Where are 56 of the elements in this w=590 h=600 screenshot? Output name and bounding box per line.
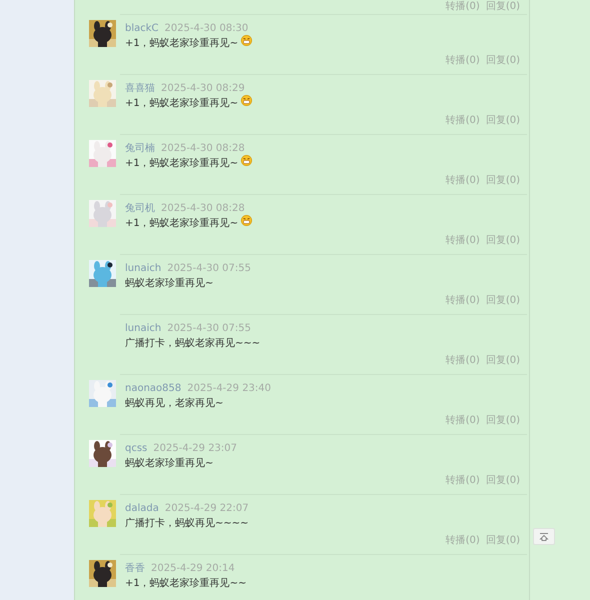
post-time: 2025-4-29 20:14 — [151, 562, 235, 574]
author-name[interactable]: dalada — [125, 502, 159, 514]
reply-link[interactable]: 回复(0) — [486, 534, 520, 548]
reply-link[interactable]: 回复(0) — [486, 414, 520, 428]
repost-link[interactable]: 转播(0) — [446, 474, 480, 488]
author-name[interactable]: 喜喜猫 — [125, 81, 155, 95]
emoji-icon — [241, 214, 252, 226]
post-text: 蚂蚁老家珍重再见~ — [125, 456, 214, 470]
reply-link[interactable]: 回复(0) — [486, 354, 520, 368]
emoji-icon — [241, 34, 252, 46]
repost-link[interactable]: 转播(0) — [446, 174, 480, 188]
reply-link[interactable]: 回复(0) — [486, 54, 520, 68]
arrow-up-icon — [539, 532, 549, 540]
author-name[interactable]: lunaich — [125, 322, 162, 334]
repost-link[interactable]: 转播(0) — [446, 114, 480, 128]
repost-link[interactable]: 转播(0) — [446, 534, 480, 548]
repost-link[interactable]: 转播(0) — [446, 0, 480, 14]
post-text: +1，蚂蚁老家珍重再见~ — [125, 96, 238, 110]
reply-link[interactable]: 回复(0) — [486, 474, 520, 488]
author-name[interactable]: 兔司机 — [125, 201, 155, 215]
post-text: +1，蚂蚁老家珍重再见~ — [125, 36, 238, 50]
emoji-icon — [241, 154, 252, 166]
post-text: 广播打卡，蚂蚁再见~~~~ — [125, 516, 249, 530]
author-name[interactable]: 香香 — [125, 561, 145, 575]
reply-link[interactable]: 回复(0) — [486, 114, 520, 128]
post-time: 2025-4-29 22:07 — [164, 502, 249, 514]
back-to-top-button[interactable] — [533, 528, 555, 545]
post-time: 2025-4-30 07:55 — [167, 262, 251, 274]
reply-link[interactable]: 回复(0) — [486, 294, 520, 308]
author-name[interactable]: naonao858 — [125, 382, 182, 394]
post-text: +1，蚂蚁老家珍重再见~ — [125, 156, 238, 170]
reply-link[interactable]: 回复(0) — [486, 0, 520, 14]
repost-link[interactable]: 转播(0) — [446, 234, 480, 248]
repost-link[interactable]: 转播(0) — [446, 54, 480, 68]
post-text: 蚂蚁再见，老家再见~ — [125, 396, 224, 410]
post-text: +1，蚂蚁老家珍重再见~ — [125, 216, 238, 230]
repost-link[interactable]: 转播(0) — [446, 414, 480, 428]
reply-link[interactable]: 回复(0) — [486, 234, 520, 248]
author-name[interactable]: qcss — [125, 442, 148, 454]
reply-link[interactable]: 回复(0) — [486, 174, 520, 188]
post-time: 2025-4-30 07:55 — [167, 322, 251, 334]
post-text: 蚂蚁老家珍重再见~ — [125, 276, 214, 290]
post-time: 2025-4-30 08:28 — [161, 142, 245, 154]
post-time: 2025-4-30 08:28 — [161, 202, 245, 214]
post-time: 2025-4-29 23:40 — [187, 382, 272, 394]
post-text: 广播打卡，蚂蚁老家再见~~~ — [125, 336, 260, 350]
repost-link[interactable]: 转播(0) — [446, 354, 480, 368]
author-name[interactable]: blackC — [125, 22, 159, 34]
post-text: +1，蚂蚁老家珍重再见~~ — [125, 576, 246, 590]
post-time: 2025-4-29 23:07 — [153, 442, 238, 454]
emoji-icon — [241, 94, 252, 106]
author-name[interactable]: 兔司楠 — [125, 141, 155, 155]
post-time: 2025-4-30 08:29 — [161, 82, 245, 94]
repost-link[interactable]: 转播(0) — [446, 294, 480, 308]
author-name[interactable]: lunaich — [125, 262, 162, 274]
post-time: 2025-4-30 08:30 — [164, 22, 248, 34]
